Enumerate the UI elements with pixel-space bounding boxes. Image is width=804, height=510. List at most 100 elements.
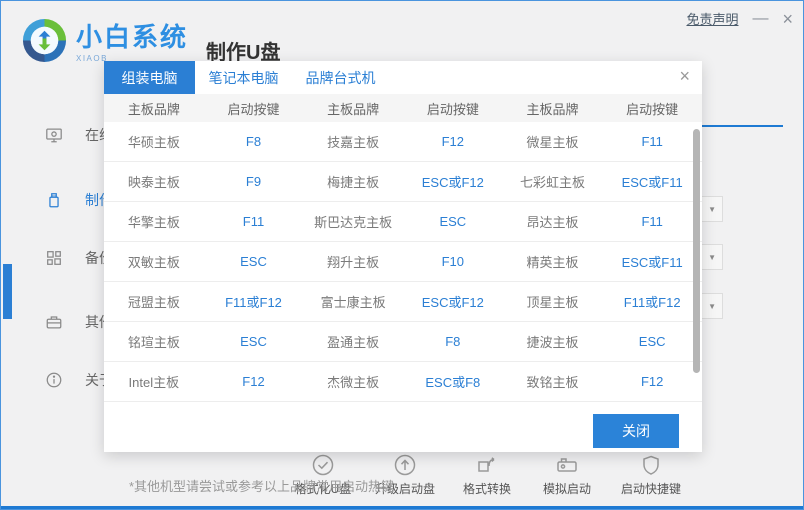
logo-icon	[21, 17, 68, 64]
chevron-down-icon: ▼	[708, 205, 716, 214]
brand-cell: 杰微主板	[303, 372, 403, 391]
brand-cell: 捷波主板	[503, 332, 603, 351]
boot-hotkey-dialog: 组装电脑 笔记本电脑 品牌台式机 × 主板品牌 启动按键 主板品牌 启动按键 主…	[104, 61, 702, 452]
online-reinstall-icon	[45, 126, 63, 144]
brand-cell: 斯巴达克主板	[303, 212, 403, 231]
brand-cell: 盈通主板	[303, 332, 403, 351]
disclaimer-link[interactable]: 免责声明	[686, 9, 738, 28]
toolbar-item-format-convert[interactable]: 格式转换	[445, 453, 529, 497]
brand-cell: 梅捷主板	[303, 172, 403, 191]
brand-cell: 七彩虹主板	[503, 172, 603, 191]
brand-cell: 微星主板	[503, 132, 603, 151]
dialog-tabs: 组装电脑 笔记本电脑 品牌台式机 ×	[104, 61, 702, 94]
info-icon	[45, 371, 63, 389]
app-logo: 小白系统 XIAOB	[21, 17, 188, 64]
toolbar-item-label: 模拟启动	[543, 480, 591, 497]
usb-drive-icon	[45, 191, 63, 209]
dialog-note: *其他机型请尝试或参考以上品牌常用启动热键	[129, 476, 394, 495]
key-cell: F10	[403, 254, 503, 269]
dialog-scrollbar[interactable]	[693, 129, 700, 373]
backup-restore-icon	[45, 249, 63, 267]
column-header: 主板品牌	[303, 99, 403, 118]
app-name: 小白系统	[76, 21, 188, 53]
column-header: 启动按键	[204, 99, 304, 118]
key-cell: ESC	[403, 214, 503, 229]
brand-cell: 华擎主板	[104, 212, 204, 231]
window-bottom-accent	[1, 506, 803, 509]
brand-cell: 铭瑄主板	[104, 332, 204, 351]
column-header: 主板品牌	[104, 99, 204, 118]
dialog-close-icon[interactable]: ×	[679, 66, 690, 87]
brand-cell: 映泰主板	[104, 172, 204, 191]
key-cell: ESC或F12	[403, 172, 503, 191]
simulate-boot-icon	[555, 453, 579, 477]
sidebar-item-online-reinstall[interactable]: 在线	[1, 115, 104, 155]
brand-cell: 技嘉主板	[303, 132, 403, 151]
key-cell: F11	[204, 214, 304, 229]
tab-brand-desktop[interactable]: 品牌台式机	[292, 61, 389, 94]
brand-cell: 冠盟主板	[104, 292, 204, 311]
key-cell: ESC或F8	[403, 372, 503, 391]
key-cell: F8	[403, 334, 503, 349]
key-cell: F9	[204, 174, 304, 189]
table-row: Intel主板 F12 杰微主板 ESC或F8 致铭主板 F12	[104, 362, 702, 402]
key-cell: F8	[204, 134, 304, 149]
key-cell: ESC	[204, 254, 304, 269]
key-cell: ESC	[204, 334, 304, 349]
key-cell: F11或F12	[602, 292, 702, 311]
table-row: 映泰主板 F9 梅捷主板 ESC或F12 七彩虹主板 ESC或F11	[104, 162, 702, 202]
minimize-icon[interactable]: —	[752, 11, 768, 27]
format-udisk-icon	[311, 453, 335, 477]
brand-cell: 昂达主板	[503, 212, 603, 231]
key-cell: F12	[204, 374, 304, 389]
key-cell: ESC	[602, 334, 702, 349]
close-button[interactable]: 关闭	[593, 414, 679, 448]
brand-cell: 翔升主板	[303, 252, 403, 271]
sidebar-item-backup-restore[interactable]: 备份	[1, 238, 104, 278]
brand-cell: 双敏主板	[104, 252, 204, 271]
key-cell: F11或F12	[204, 292, 304, 311]
key-cell: F11	[602, 214, 702, 229]
sidebar-item-make-udisk[interactable]: 制作	[1, 180, 104, 220]
key-cell: ESC或F11	[602, 252, 702, 271]
brand-cell: Intel主板	[104, 372, 204, 391]
brand-cell: 富士康主板	[303, 292, 403, 311]
logo-text: 小白系统 XIAOB	[76, 17, 188, 64]
toolbar-item-boot-hotkey[interactable]: 启动快捷键	[609, 453, 693, 497]
toolbar-item-label: 格式转换	[463, 480, 511, 497]
column-header: 启动按键	[602, 99, 702, 118]
format-convert-icon	[475, 453, 499, 477]
chevron-down-icon: ▼	[708, 302, 716, 311]
table-row: 华硕主板 F8 技嘉主板 F12 微星主板 F11	[104, 122, 702, 162]
brand-cell: 致铭主板	[503, 372, 603, 391]
toolbar-item-simulate-boot[interactable]: 模拟启动	[525, 453, 609, 497]
key-cell: ESC或F12	[403, 292, 503, 311]
table-row: 铭瑄主板 ESC 盈通主板 F8 捷波主板 ESC	[104, 322, 702, 362]
table-row: 双敏主板 ESC 翔升主板 F10 精英主板 ESC或F11	[104, 242, 702, 282]
brand-cell: 精英主板	[503, 252, 603, 271]
key-cell: F11	[602, 134, 702, 149]
key-cell: ESC或F11	[602, 172, 702, 191]
brand-cell: 华硕主板	[104, 132, 204, 151]
column-header: 启动按键	[403, 99, 503, 118]
upgrade-bootdisk-icon	[393, 453, 417, 477]
bottom-toolbar: 格式化U盘 升级启动盘 格式转换 模拟启动	[1, 451, 804, 508]
app-window: 免责声明 — × 小白系统 XIAOB 制作U盘	[0, 0, 804, 510]
column-header: 主板品牌	[503, 99, 603, 118]
sidebar-item-about[interactable]: 关于	[1, 360, 104, 400]
key-cell: F12	[403, 134, 503, 149]
boot-hotkey-icon	[639, 453, 663, 477]
sidebar-item-other[interactable]: 其他	[1, 302, 104, 342]
briefcase-icon	[45, 313, 63, 331]
table-row: 华擎主板 F11 斯巴达克主板 ESC 昂达主板 F11	[104, 202, 702, 242]
titlebar-controls: 免责声明 — ×	[686, 9, 793, 28]
table-header: 主板品牌 启动按键 主板品牌 启动按键 主板品牌 启动按键	[104, 94, 702, 122]
window-close-icon[interactable]: ×	[782, 10, 793, 28]
table-row: 冠盟主板 F11或F12 富士康主板 ESC或F12 顶星主板 F11或F12	[104, 282, 702, 322]
tab-desktop-assembled[interactable]: 组装电脑	[104, 61, 195, 94]
key-cell: F12	[602, 374, 702, 389]
chevron-down-icon: ▼	[708, 253, 716, 262]
brand-cell: 顶星主板	[503, 292, 603, 311]
toolbar-item-label: 启动快捷键	[621, 480, 681, 497]
tab-laptop[interactable]: 笔记本电脑	[195, 61, 292, 94]
